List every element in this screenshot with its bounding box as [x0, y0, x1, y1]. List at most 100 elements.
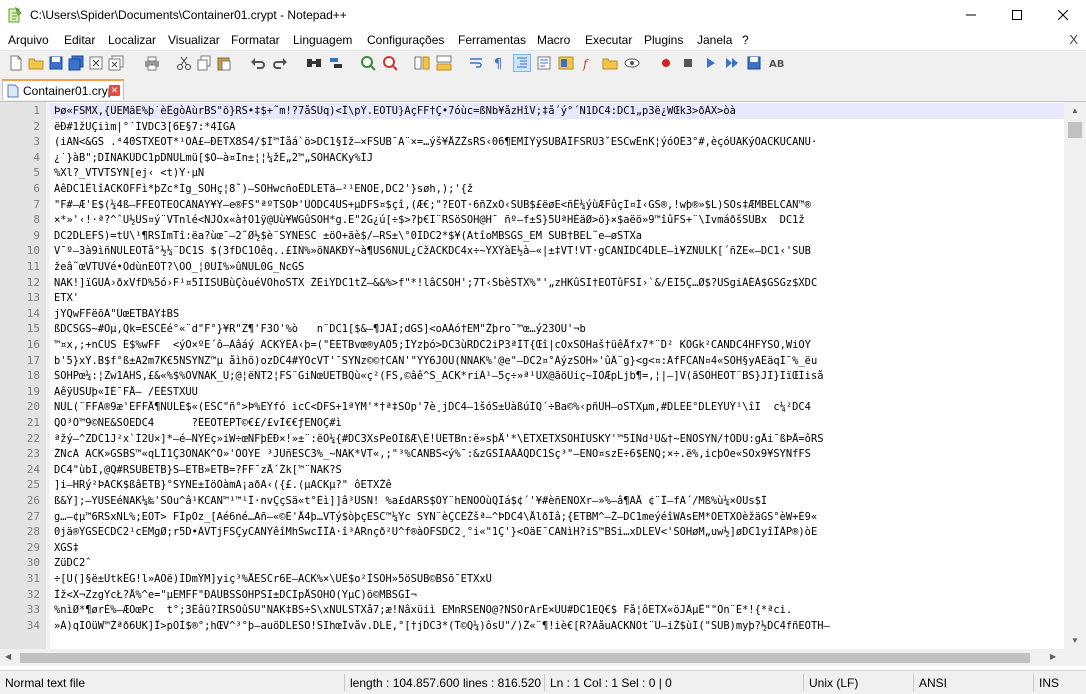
spell-check-icon[interactable]: ABC	[768, 55, 784, 71]
record-macro-icon[interactable]	[658, 55, 674, 71]
menu-configuracoes[interactable]: Configurações	[367, 33, 444, 47]
maximize-button[interactable]	[994, 0, 1040, 30]
code-line[interactable]: %Xl?_VTVTSYN[ej‹ <t)Ÿ·µÑ	[54, 167, 1064, 179]
monitoring-icon[interactable]	[624, 55, 640, 71]
status-separator	[544, 674, 545, 691]
new-file-icon[interactable]	[8, 55, 24, 71]
menu-executar[interactable]: Executar	[585, 33, 632, 47]
code-line[interactable]: ¿˙}àB";DÎNAKÙDC1pDNULmü[$Ó–à¤Ïn±¦¦¼žÈ„2™…	[54, 152, 1064, 164]
tab-container01-crypt[interactable]: Container01.crypt ✕	[2, 79, 124, 100]
vertical-scroll-thumb[interactable]	[1068, 122, 1082, 138]
status-file-type: Normal text file	[5, 676, 86, 690]
minimize-button[interactable]	[948, 0, 994, 30]
line-number: 20	[26, 400, 40, 414]
find-icon[interactable]	[306, 55, 322, 71]
menu-macro[interactable]: Macro	[537, 33, 570, 47]
code-line[interactable]: SOHPœ¼:¦Zw1ÁHŠ,£&«%$%OVNAK_Ü;@¦ëÑT2¦FS¨G…	[54, 370, 1064, 382]
scroll-right-icon[interactable]: ▶	[1050, 652, 1056, 661]
menu-janela[interactable]: Janela	[697, 33, 732, 47]
code-line[interactable]: ETX'	[54, 292, 1064, 304]
menu-editar[interactable]: Editar	[64, 33, 95, 47]
code-line[interactable]: %nìØ*¶ørÈ%–ÆOœPc t°;3Êâü?ÎRSÕûSU"NAK‡BS÷…	[54, 604, 1064, 616]
scroll-up-icon[interactable]: ▲	[1071, 106, 1079, 115]
code-line[interactable]: NAK!]ïGÜÀ›ðxVfD%5ó›F¹¤5ÏÏSUBùÇòuéVÖhoSTX…	[54, 277, 1064, 289]
print-icon[interactable]	[144, 55, 160, 71]
code-line[interactable]: ™¤x,;+nCUS Ê$%wFF <ýO×ºE´ô–Àâáý ACKÝÊÂ‹þ…	[54, 339, 1064, 351]
replace-icon[interactable]	[328, 55, 344, 71]
close-window-button[interactable]	[1040, 0, 1086, 30]
code-line[interactable]: 0jä®ŸGSËCDC2¹cËMgØ;r5D•ÂVTjFSÇyCANYêîMhŠ…	[54, 526, 1064, 538]
scroll-down-icon[interactable]: ▼	[1071, 636, 1079, 645]
code-line[interactable]: ÃêÿUSÜþ«ÍÉ¯FÅ– /ÉÊSTXUU	[54, 386, 1064, 398]
line-number: 21	[26, 416, 40, 429]
close-document-button[interactable]: X	[1069, 32, 1078, 47]
tab-close-icon[interactable]: ✕	[109, 85, 120, 96]
menu-ferramentas[interactable]: Ferramentas	[458, 33, 526, 47]
code-line[interactable]: »À)qÏÕüW™Žªð6UK]Î>pÔÌ$®°;hŒV^³°þ—auöDLES…	[54, 620, 1064, 632]
zoom-in-icon[interactable]	[360, 55, 376, 71]
code-line[interactable]: NUL(¨FFÄ®9æ'ÉFFÅ¶NULÊ$«(ESC"ñ°>Þ%EŸfó ic…	[54, 401, 1064, 413]
zoom-out-icon[interactable]	[382, 55, 398, 71]
menu-help[interactable]: ?	[742, 33, 749, 47]
file-icon	[7, 84, 19, 98]
code-line[interactable]: ÷[Ù(]§ë±ÛtkÊG!l»AOë)ÌDmÝM]yiç³%ÅESCr6E–A…	[54, 573, 1064, 585]
copy-icon[interactable]	[196, 55, 212, 71]
close-icon[interactable]	[88, 55, 104, 71]
editor-area[interactable]: 1 Þø«FSMX,{ÙEMäE%þ˙èÊgòÀùrBS"õ}RS•‡$+˜m!?…	[0, 102, 1086, 666]
run-macro-multiple-icon[interactable]	[724, 55, 740, 71]
code-line[interactable]: QO³Ò™9©ÑE&SOEDC4 ?ÊEOTÉPT©€£/£vÌ€€ƒENOÇ#…	[54, 417, 1064, 429]
menu-formatar[interactable]: Formatar	[231, 33, 280, 47]
stop-record-icon[interactable]	[680, 55, 696, 71]
code-line[interactable]: g…–¢µ™6RSxNL%;EOT> FÎpÖz_[Aé6né…Ãñ–«©È'Å…	[54, 511, 1064, 523]
code-line[interactable]: (iÃN<&GS .⁴40STXEOT*¹OÁ£–ÐETX8Š4/$Ì™Ìåá`…	[54, 136, 1064, 148]
line-number: 4	[33, 150, 40, 164]
play-macro-icon[interactable]	[702, 55, 718, 71]
code-line[interactable]: ]i–HRý²ÞACK$ßâETB}°SYNE±ÏöÒàmÃ¡aðÃ‹({£.(…	[54, 479, 1064, 491]
code-line[interactable]: Þø«FSMX,{ÙEMäE%þ˙èÊgòÀùrBS"õ}RS•‡$+˜m!?7…	[54, 105, 1064, 117]
code-line[interactable]: ×*»'‹!·ª?^ˆÙ½ÜS¤ý¨VTnlé<ÑJÓx«à†O1ÿ@Ùù¥WG…	[54, 214, 1064, 226]
udl-icon[interactable]	[536, 55, 552, 71]
menu-visualizar[interactable]: Visualizar	[168, 33, 220, 47]
indent-guide-icon[interactable]	[513, 54, 531, 72]
function-list-icon[interactable]: f	[580, 55, 596, 71]
code-line[interactable]: žeâ˜œVTÜVé•ÓdùnEOT?\ÕÔ_¦0ÜÏ%»ûNUL0G_ÑcGS	[54, 261, 1064, 273]
open-file-icon[interactable]	[28, 55, 44, 71]
code-line[interactable]: XGS‡	[54, 542, 1064, 554]
code-line[interactable]: b'5}xÝ.B$f°ß±A2m7K€5NSYNZ™µ åìhõ)ozDC4#Y…	[54, 355, 1064, 367]
code-line[interactable]: V¯º–3à9ìñNULEOTå°½¼¨DC1S $(3fDC1Ôêq..£ÏÑ…	[54, 245, 1064, 257]
code-line[interactable]: ªžý–^ZDC1J²x`Ì2Ü×]*–é–NYÉç»iW÷œNFþÈÐ×!»±…	[54, 433, 1064, 445]
code-line[interactable]: Ìž<X¬ZzgYcŁ?Å%^e="µEMFF"ÐÄÜBSSOHPSI±DCIp…	[54, 589, 1064, 601]
code-line[interactable]: ÄêDC1ÊlîACKÒFFì*þZc*Ìg_SOHç¦8˜)–SOHwcñoÊ…	[54, 183, 1064, 195]
code-line[interactable]: DC2DLEFS)=tÜ\¹¶RSÎmTî:ëa?ùœ¯–2˜Ø½$è¨SYNE…	[54, 230, 1064, 242]
horizontal-scroll-thumb[interactable]	[20, 653, 1030, 663]
code-line[interactable]: DC4"ùbÍ,@Q#RSUBETB}S–ETB»ETB=?FF¯zÅ´Žk[™…	[54, 464, 1064, 476]
show-all-chars-icon[interactable]: ¶	[490, 55, 506, 71]
horizontal-scrollbar[interactable]: ◀ ▶	[0, 649, 1064, 666]
code-line[interactable]: ß&Ý];–YUSEéNAK¼‰'SOu^â¹KCAN™¹™¹Î·nvÇçSä«…	[54, 495, 1064, 507]
menu-localizar[interactable]: Localizar	[108, 33, 156, 47]
word-wrap-icon[interactable]	[468, 55, 484, 71]
doc-map-icon[interactable]	[558, 55, 574, 71]
code-line[interactable]: jŸQwFFëõA"ÜœETBAY‡BS	[54, 308, 1064, 320]
sync-horizontal-icon[interactable]	[436, 55, 452, 71]
menu-linguagem[interactable]: Linguagem	[293, 33, 352, 47]
code-line[interactable]: ßDCSGS~#Ôµ,Qk=ESCÉé°«¨d"F°}¥R"Z¶'F3Ó'%ò …	[54, 323, 1064, 335]
redo-icon[interactable]	[272, 55, 288, 71]
cut-icon[interactable]	[176, 55, 192, 71]
vertical-scrollbar[interactable]: ▲ ▼	[1064, 102, 1086, 666]
folder-workspace-icon[interactable]	[602, 55, 618, 71]
code-line[interactable]: ŽNcA ACK»GSBS™«qLÎ1Ç3ÕNAK^Ö»'ÔÕYE ³JÜñES…	[54, 448, 1064, 460]
scroll-left-icon[interactable]: ◀	[5, 652, 11, 661]
save-macro-icon[interactable]	[746, 55, 762, 71]
code-line[interactable]: "F#–Æ'E$(¼4ß–FFEOTEOCANÃŸ¥Ÿ–e®FS"ªºTSOÞ'…	[54, 199, 1064, 211]
sync-vertical-icon[interactable]	[414, 55, 430, 71]
save-all-icon[interactable]	[68, 55, 84, 71]
code-line[interactable]: ëÐ#1žÜÇiìm|°˙ÍVDC3[6Ë§7:*4ÏGÃ	[54, 121, 1064, 133]
menu-arquivo[interactable]: Arquivo	[8, 33, 49, 47]
save-icon[interactable]	[48, 55, 64, 71]
close-all-icon[interactable]	[108, 55, 124, 71]
paste-icon[interactable]	[216, 55, 232, 71]
code-line[interactable]: ZüDC2ˆ	[54, 557, 1064, 569]
undo-icon[interactable]	[250, 55, 266, 71]
menu-plugins[interactable]: Plugins	[644, 33, 683, 47]
